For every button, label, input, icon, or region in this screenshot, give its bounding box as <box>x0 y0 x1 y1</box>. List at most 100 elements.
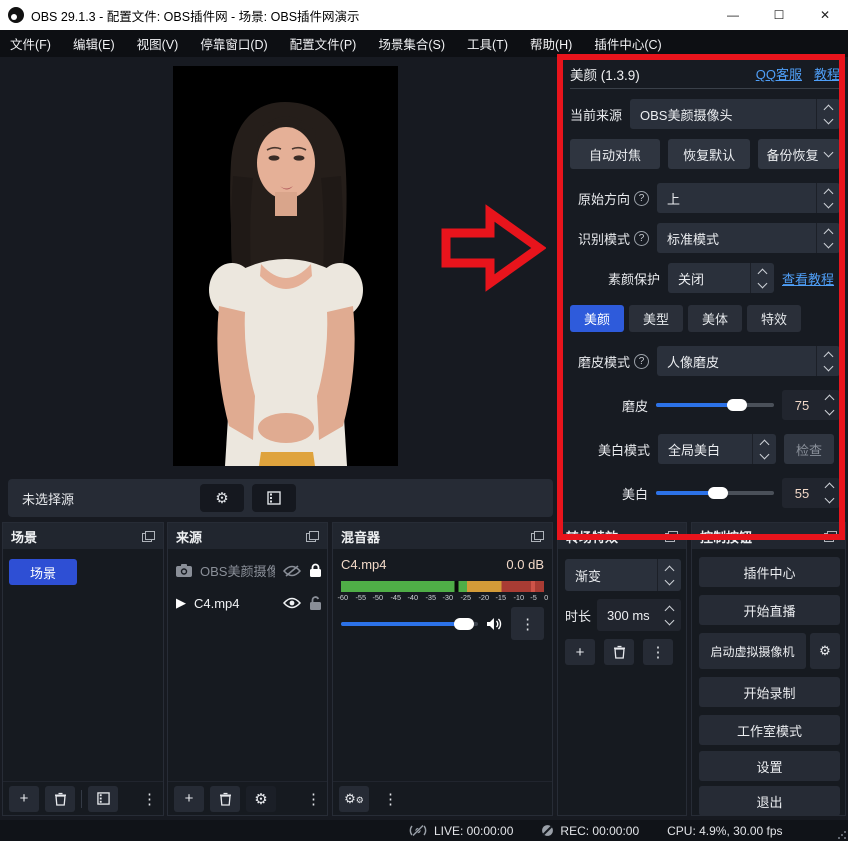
volume-slider[interactable] <box>341 622 478 626</box>
menu-tools[interactable]: 工具(T) <box>467 34 520 53</box>
source-properties-button[interactable]: ⚙ <box>200 484 244 512</box>
remove-transition-button[interactable] <box>604 639 634 665</box>
source-properties-toolbar-button[interactable]: ⚙ <box>246 786 276 812</box>
popout-icon[interactable] <box>306 531 319 542</box>
whiten-spinbox[interactable]: 55 <box>782 478 840 508</box>
sources-dock: 来源 OBS美颜摄像头 ▶ C4.mp4 + ⚙ ⋮ <box>167 522 328 816</box>
beauty-tabs: 美颜 美型 美体 特效 <box>570 305 840 332</box>
obs-window: OBS 29.1.3 - 配置文件: OBS插件网 - 场景: OBS插件网演示… <box>0 0 848 841</box>
spin-arrows-icon[interactable] <box>822 481 840 505</box>
slider-handle[interactable] <box>708 487 728 499</box>
scenes-menu-button[interactable]: ⋮ <box>142 790 157 808</box>
help-icon[interactable]: ? <box>634 354 649 369</box>
volume-meter <box>341 581 544 592</box>
advanced-audio-button[interactable]: ⚙⚙ <box>339 786 369 812</box>
backup-restore-button[interactable]: 备份恢复 <box>758 139 840 169</box>
plugin-center-button[interactable]: 插件中心 <box>699 557 840 587</box>
studio-mode-button[interactable]: 工作室模式 <box>699 715 840 745</box>
transition-type-dropdown[interactable]: 渐变 <box>565 559 681 591</box>
whiten-mode-label: 美白模式 <box>598 440 650 459</box>
source-row-media[interactable]: ▶ C4.mp4 <box>176 595 322 611</box>
sources-menu-button[interactable]: ⋮ <box>306 790 321 808</box>
add-source-button[interactable]: + <box>174 786 204 812</box>
menu-edit[interactable]: 编辑(E) <box>73 34 127 53</box>
current-source-dropdown[interactable]: OBS美颜摄像头 <box>630 99 840 129</box>
minimize-button[interactable]: — <box>710 0 756 30</box>
lock-closed-icon[interactable] <box>309 563 322 578</box>
remove-scene-button[interactable] <box>45 786 75 812</box>
qq-support-link[interactable]: QQ客服 <box>756 64 802 83</box>
start-streaming-button[interactable]: 开始直播 <box>699 595 840 625</box>
check-button[interactable]: 检查 <box>784 434 834 464</box>
chevron-updown-icon <box>816 223 840 253</box>
mixer-menu-button[interactable]: ⋮ <box>383 790 398 808</box>
scene-filters-button[interactable] <box>88 786 118 812</box>
trash-icon <box>613 645 626 659</box>
start-virtual-camera-button[interactable]: 启动虚拟摄像机 <box>699 633 806 669</box>
duration-spinbox[interactable]: 300 ms <box>597 599 681 631</box>
help-icon[interactable]: ? <box>634 191 649 206</box>
menu-view[interactable]: 视图(V) <box>137 34 191 53</box>
tab-reshape[interactable]: 美型 <box>629 305 683 332</box>
speaker-icon[interactable] <box>486 617 503 631</box>
scene-list-item[interactable]: 场景 <box>9 559 77 585</box>
tab-effects[interactable]: 特效 <box>747 305 801 332</box>
preview-video[interactable] <box>173 66 398 466</box>
eye-icon[interactable] <box>283 597 301 609</box>
popout-icon[interactable] <box>142 531 155 542</box>
whiten-slider-label: 美白 <box>622 484 648 503</box>
close-button[interactable]: ✕ <box>802 0 848 30</box>
add-scene-button[interactable]: + <box>9 786 39 812</box>
menu-help[interactable]: 帮助(H) <box>530 34 584 53</box>
source-filters-button[interactable] <box>252 484 296 512</box>
menu-plugin-center[interactable]: 插件中心(C) <box>594 34 673 53</box>
popout-icon[interactable] <box>665 531 678 542</box>
resize-grip[interactable] <box>837 830 846 839</box>
smooth-spinbox[interactable]: 75 <box>782 390 840 420</box>
eye-off-icon[interactable] <box>283 565 301 577</box>
source-row-camera[interactable]: OBS美颜摄像头 <box>176 561 322 580</box>
orientation-dropdown[interactable]: 上 <box>657 183 840 213</box>
lock-open-icon[interactable] <box>309 596 322 611</box>
tutorial-link[interactable]: 教程 <box>814 64 840 83</box>
menu-file[interactable]: 文件(F) <box>10 34 63 53</box>
remove-source-button[interactable] <box>210 786 240 812</box>
transition-menu-button[interactable]: ⋮ <box>643 639 673 665</box>
menu-profile[interactable]: 配置文件(P) <box>290 34 369 53</box>
settings-button[interactable]: 设置 <box>699 751 840 781</box>
slider-handle[interactable] <box>727 399 747 411</box>
tab-body[interactable]: 美体 <box>688 305 742 332</box>
virtual-camera-settings-button[interactable]: ⚙ <box>810 633 840 669</box>
protect-dropdown[interactable]: 关闭 <box>668 263 774 293</box>
exit-button[interactable]: 退出 <box>699 786 840 816</box>
sources-title: 来源 <box>176 527 202 546</box>
sources-toolbar: + ⚙ ⋮ <box>168 781 327 815</box>
tab-beauty[interactable]: 美颜 <box>570 305 624 332</box>
smooth-slider[interactable] <box>656 403 774 407</box>
help-icon[interactable]: ? <box>634 231 649 246</box>
detect-mode-dropdown[interactable]: 标准模式 <box>657 223 840 253</box>
mixer-track-menu-button[interactable]: ⋮ <box>511 607 544 640</box>
whiten-mode-dropdown[interactable]: 全局美白 <box>658 434 776 464</box>
menu-scene-collection[interactable]: 场景集合(S) <box>378 34 457 53</box>
popout-icon[interactable] <box>531 531 544 542</box>
spin-arrows-icon[interactable] <box>822 393 840 417</box>
restore-default-button[interactable]: 恢复默认 <box>668 139 750 169</box>
popout-icon[interactable] <box>824 531 837 542</box>
whiten-slider[interactable] <box>656 491 774 495</box>
maximize-button[interactable]: ☐ <box>756 0 802 30</box>
view-tutorial-link[interactable]: 查看教程 <box>782 269 834 288</box>
source-properties-bar: 未选择源 ⚙ <box>8 479 553 517</box>
chevron-updown-icon <box>816 99 840 129</box>
start-recording-button[interactable]: 开始录制 <box>699 677 840 707</box>
slider-handle[interactable] <box>454 618 474 630</box>
plus-icon: + <box>20 790 29 807</box>
menu-docks[interactable]: 停靠窗口(D) <box>200 34 279 53</box>
mixer-toolbar: ⚙⚙ ⋮ <box>333 781 552 815</box>
spin-arrows-icon[interactable] <box>657 599 681 631</box>
camera-icon <box>176 564 192 577</box>
autofocus-button[interactable]: 自动对焦 <box>570 139 660 169</box>
double-gear-icon: ⚙⚙ <box>344 791 364 807</box>
smooth-mode-dropdown[interactable]: 人像磨皮 <box>657 346 840 376</box>
add-transition-button[interactable]: + <box>565 639 595 665</box>
